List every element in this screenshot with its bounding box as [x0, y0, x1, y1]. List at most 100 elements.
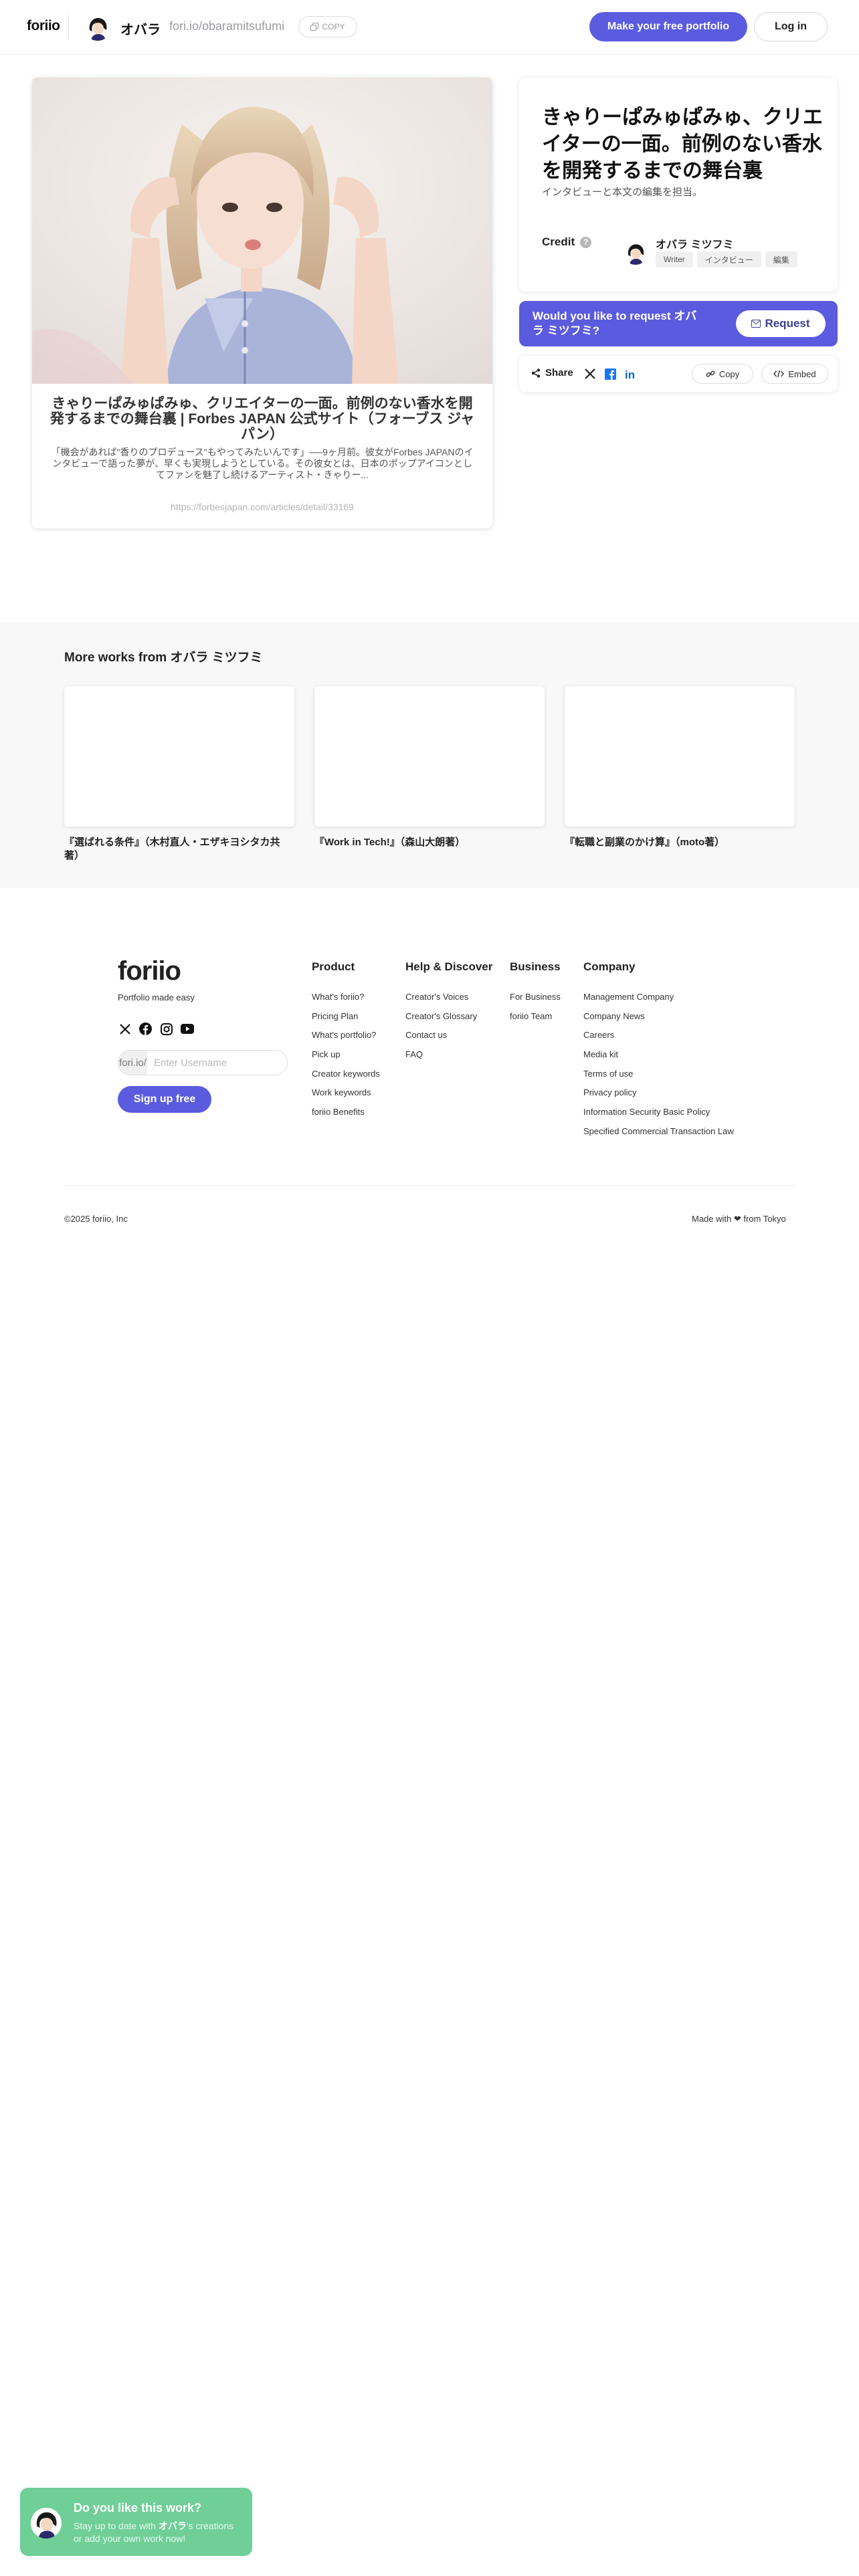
username-input[interactable] [147, 1051, 287, 1075]
footer-divider [64, 1185, 795, 1186]
more-work-caption[interactable]: 『Work in Tech!』（森山大朗著） [314, 836, 545, 849]
footer-column-business: Business For Business foriio Team [510, 960, 561, 1030]
profile-name[interactable]: オバラ [120, 19, 161, 38]
credit-label-text: Credit [542, 235, 575, 248]
work-info-title: きゃりーぱみゅぱみゅ、クリエイターの一面。前例のない香水を開発するまでの舞台裏 [542, 106, 823, 182]
toast-avatar [31, 2508, 62, 2539]
request-button[interactable]: Request [736, 310, 826, 337]
svg-text:in: in [625, 368, 635, 380]
work-info-card: きゃりーぱみゅぱみゅ、クリエイターの一面。前例のない香水を開発するまでの舞台裏 … [519, 78, 838, 292]
more-work-card[interactable] [314, 686, 545, 827]
footer-link[interactable]: FAQ [405, 1049, 492, 1069]
toast-title: Do you like this work? [74, 2501, 202, 2514]
footer-column-company: Company Management Company Company News … [583, 960, 734, 1146]
more-work-card[interactable] [64, 686, 294, 827]
footer-link[interactable]: Specified Commercial Transaction Law [583, 1126, 734, 1146]
more-work-caption[interactable]: 『転職と副業のかけ算』（moto著） [565, 836, 795, 849]
footer-link[interactable]: What's foriio? [312, 992, 380, 1011]
copy-link-label: Copy [719, 368, 740, 379]
footer-column-title: Help & Discover [405, 960, 493, 973]
footer-link[interactable]: What's portfolio? [312, 1030, 380, 1049]
footer-column-title: Product [312, 960, 355, 973]
header-divider [68, 15, 69, 40]
footer-tagline: Portfolio made easy [118, 992, 195, 1002]
footer-link[interactable]: foriio Benefits [312, 1107, 380, 1126]
footer-link[interactable]: Privacy policy [583, 1087, 734, 1107]
share-label-text: Share [545, 367, 573, 379]
toast-text-before: Stay up to date with [74, 2520, 159, 2531]
sign-up-button[interactable]: Sign up free [118, 1086, 211, 1113]
code-icon [773, 370, 785, 378]
mail-icon [751, 320, 761, 328]
work-info-subtitle: インタビューと本文の編集を担当。 [542, 187, 703, 198]
work-source-link[interactable]: https://forbesjapan.com/articles/detail/… [50, 502, 475, 512]
copy-url-label: COPY [322, 22, 345, 31]
credit-avatar[interactable] [624, 241, 648, 265]
footer-column-product: Product What's foriio? Pricing Plan What… [312, 960, 380, 1126]
footer-made-with: Made with ❤ from Tokyo [692, 1214, 786, 1224]
credit-label: Credit ? [542, 235, 592, 249]
role-tag: インタビュー [696, 251, 761, 267]
username-prefix: fori.io/ [118, 1051, 147, 1075]
footer-link[interactable]: Careers [583, 1030, 734, 1049]
work-preview-card[interactable]: きゃりーぱみゅぱみゅ、クリエイターの一面。前例のない香水を開発するまでの舞台裏 … [32, 78, 492, 528]
footer-copyright: ©2025 foriio, Inc [64, 1214, 128, 1224]
footer-link[interactable]: Creator's Voices [405, 992, 492, 1011]
footer-link[interactable]: Contact us [405, 1030, 492, 1049]
more-work-card[interactable] [565, 686, 795, 827]
header: foriio オバラ fori.io/obaramitsufumi COPY M… [0, 0, 859, 55]
credit-role-tags: Writer インタビュー 編集 [656, 251, 797, 267]
facebook-icon[interactable] [602, 366, 618, 382]
foriio-logo[interactable]: foriio [27, 18, 60, 34]
work-description: 「機会があれば"香りのプロデュース"もやってみたいんです」──9ヶ月前。彼女がF… [51, 447, 474, 480]
help-icon[interactable]: ? [580, 236, 592, 248]
link-icon [706, 370, 715, 377]
footer-link[interactable]: Media kit [583, 1049, 734, 1069]
footer-social-links [118, 1022, 194, 1036]
youtube-icon[interactable] [180, 1022, 194, 1036]
footer-link[interactable]: Work keywords [312, 1087, 380, 1107]
more-work-caption[interactable]: 『選ばれる条件』（木村直人・エザキヨシタカ共著） [64, 836, 294, 863]
footer-column-help: Help & Discover Creator's Voices Creator… [405, 960, 492, 1069]
request-banner: Would you like to request オバラ ミツフミ? Requ… [519, 301, 838, 346]
footer-link[interactable]: Management Company [583, 992, 734, 1011]
more-works-section: More works from オバラ ミツフミ 『選ばれる条件』（木村直人・エ… [0, 622, 859, 888]
footer-column-title: Company [583, 960, 636, 973]
profile-avatar[interactable] [84, 14, 111, 41]
request-prompt: Would you like to request オバラ ミツフミ? [533, 310, 697, 337]
login-button[interactable]: Log in [754, 12, 828, 41]
linkedin-icon[interactable]: in [622, 366, 638, 382]
facebook-icon[interactable] [138, 1022, 153, 1036]
footer-link[interactable]: Creator keywords [312, 1069, 380, 1088]
embed-button[interactable]: Embed [761, 364, 828, 384]
footer-logo[interactable]: foriio [118, 956, 181, 986]
credit-name[interactable]: オバラ ミツフミ [656, 235, 733, 251]
follow-toast[interactable]: Do you like this work? Stay up to date w… [20, 2488, 252, 2556]
footer-link[interactable]: Pricing Plan [312, 1011, 380, 1031]
request-button-label: Request [765, 317, 810, 330]
copy-link-button[interactable]: Copy [692, 364, 753, 384]
work-title[interactable]: きゃりーぱみゅぱみゅ、クリエイターの一面。前例のない香水を開発するまでの舞台裏 … [50, 396, 475, 442]
role-tag: 編集 [765, 251, 797, 267]
username-signup-field: fori.io/ [118, 1050, 288, 1075]
footer-link[interactable]: Pick up [312, 1049, 380, 1069]
role-tag: Writer [656, 251, 693, 267]
instagram-icon[interactable] [159, 1022, 173, 1036]
profile-url: fori.io/obaramitsufumi [169, 19, 285, 33]
copy-url-button[interactable]: COPY [298, 16, 357, 37]
footer-link[interactable]: For Business [510, 992, 561, 1011]
x-icon[interactable] [582, 366, 598, 382]
footer-link[interactable]: foriio Team [510, 1011, 561, 1031]
footer-link[interactable]: Terms of use [583, 1069, 734, 1088]
toast-text-name: オバラ [158, 2520, 187, 2531]
x-icon[interactable] [118, 1022, 132, 1036]
copy-icon [310, 23, 319, 31]
footer-link[interactable]: Company News [583, 1011, 734, 1031]
footer-link[interactable]: Creator's Glossary [405, 1011, 492, 1031]
toast-text: Stay up to date with オバラ's creations or … [74, 2520, 241, 2545]
footer-link[interactable]: Information Security Basic Policy [583, 1107, 734, 1126]
work-thumbnail-image[interactable] [32, 78, 492, 384]
embed-label: Embed [788, 368, 816, 379]
make-portfolio-button[interactable]: Make your free portfolio [589, 12, 747, 41]
share-icon [531, 368, 541, 378]
